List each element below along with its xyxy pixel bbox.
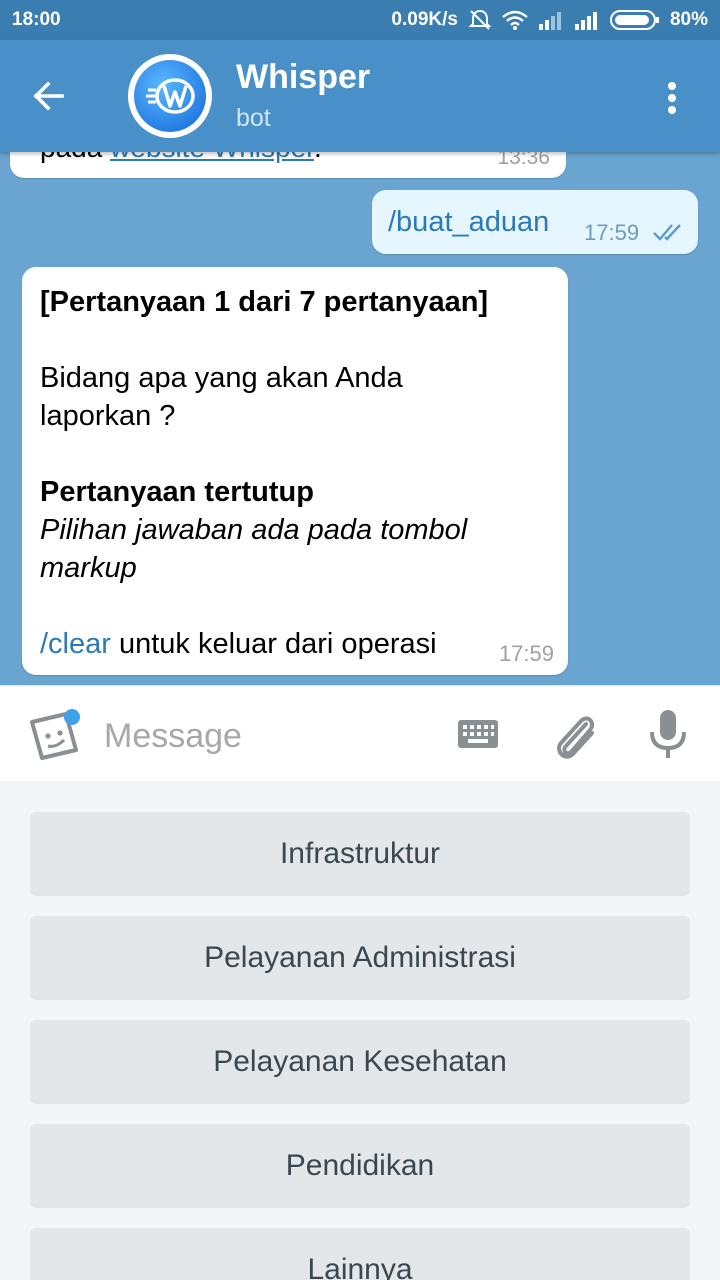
question-hint-line1: Pilihan jawaban ada pada tombol <box>40 514 468 546</box>
back-button[interactable] <box>28 76 84 116</box>
net-speed: 0.09K/s <box>391 9 458 30</box>
question-counter: [Pertanyaan 1 dari 7 pertanyaan] <box>40 286 489 318</box>
reply-button-pendidikan[interactable]: Pendidikan <box>30 1124 690 1208</box>
chat-area[interactable]: pada website Whisper. 13:36 /buat_aduan … <box>0 152 720 685</box>
chat-header: Whisper bot <box>0 40 720 152</box>
message-time: 17:59 <box>498 641 554 666</box>
clear-instruction: /clear untuk keluar dari operasi <box>40 628 437 660</box>
voice-record-button[interactable] <box>648 708 688 767</box>
reply-button-lainnya[interactable]: Lainnya <box>30 1228 690 1280</box>
bot-reply-keyboard: Infrastruktur Pelayanan Administrasi Pel… <box>0 781 720 1280</box>
message-input[interactable] <box>104 714 434 758</box>
clear-command-link[interactable]: /clear <box>40 628 111 660</box>
message-input-bar <box>0 685 720 781</box>
message-bubble-previous[interactable]: pada website Whisper. 13:36 <box>10 152 566 178</box>
keyboard-toggle-button[interactable] <box>456 718 500 755</box>
mute-alarm-icon <box>468 9 492 31</box>
paperclip-icon <box>557 716 595 759</box>
keyboard-icon <box>458 720 498 748</box>
back-arrow-icon <box>33 81 64 111</box>
reply-button-infrastruktur[interactable]: Infrastruktur <box>30 812 690 896</box>
message-text: pada website Whisper. <box>40 152 322 164</box>
sticker-button[interactable] <box>26 708 84 766</box>
sticker-icon <box>30 709 80 760</box>
message-time: 13:36 <box>497 152 550 169</box>
message-time: 17:59 <box>584 220 640 245</box>
question-hint-line2: markup <box>40 552 137 584</box>
question-text-line2: laporkan ? <box>40 400 176 432</box>
wifi-icon <box>502 10 528 30</box>
reply-button-pelayanan-kesehatan[interactable]: Pelayanan Kesehatan <box>30 1020 690 1104</box>
avatar[interactable] <box>128 54 212 138</box>
message-bubble-outgoing[interactable]: /buat_aduan 17:59 <box>372 190 698 254</box>
microphone-icon <box>650 710 686 758</box>
question-text-line1: Bidang apa yang akan Anda <box>40 362 403 394</box>
chat-title: Whisper <box>236 58 371 96</box>
message-bubble-incoming[interactable]: [Pertanyaan 1 dari 7 pertanyaan] Bidang … <box>22 267 568 675</box>
chat-subtitle: bot <box>236 104 271 132</box>
message-link[interactable]: website Whisper <box>110 152 314 163</box>
bot-command-text[interactable]: /buat_aduan <box>388 206 549 239</box>
battery-icon <box>609 9 660 31</box>
status-time: 18:00 <box>12 9 61 30</box>
more-options-button[interactable] <box>660 78 684 118</box>
more-vertical-icon <box>668 82 676 114</box>
battery-level: 80% <box>669 9 708 30</box>
signal-icon-2 <box>574 10 600 30</box>
status-bar: 18:00 0.09K/s 80% <box>0 0 720 40</box>
whisper-logo-icon <box>134 60 206 132</box>
reply-button-pelayanan-administrasi[interactable]: Pelayanan Administrasi <box>30 916 690 1000</box>
question-type: Pertanyaan tertutup <box>40 476 314 508</box>
status-icons: 0.09K/s 80% <box>391 9 708 31</box>
signal-icon-1 <box>538 10 564 30</box>
attach-button[interactable] <box>552 710 598 767</box>
double-check-icon <box>652 222 686 247</box>
